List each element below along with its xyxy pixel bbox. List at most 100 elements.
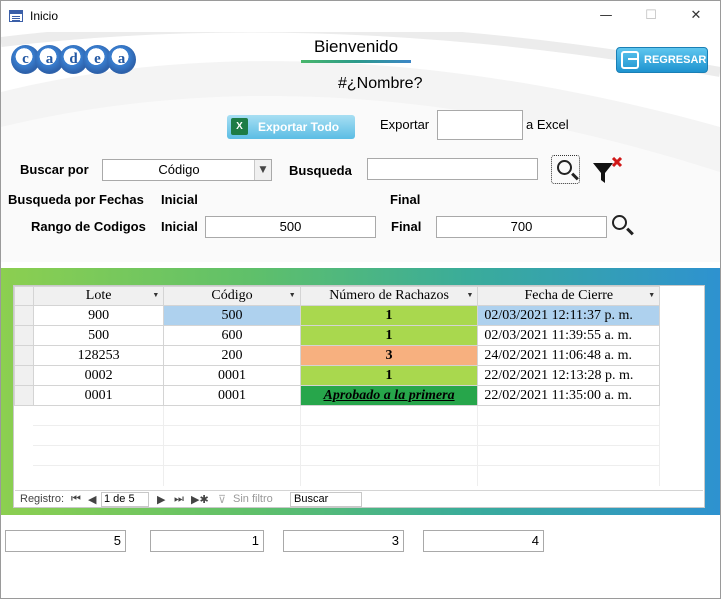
- cell-fecha[interactable]: 22/02/2021 12:13:28 p. m.: [477, 365, 661, 386]
- to-excel-label: a Excel: [526, 117, 569, 132]
- code-initial-label: Inicial: [161, 219, 198, 234]
- window-title: Inicio: [30, 9, 59, 23]
- back-button[interactable]: REGRESAR: [616, 47, 708, 73]
- cell-lote[interactable]: 0002: [32, 365, 165, 386]
- search-button[interactable]: [551, 155, 580, 184]
- row-filler: [660, 366, 704, 386]
- table-row[interactable]: 0001 0001 Aprobado a la primera 22/02/20…: [14, 385, 704, 406]
- column-header-label: Número de Rachazos: [329, 288, 449, 303]
- cell-lote[interactable]: 0001: [32, 385, 165, 406]
- next-record-button[interactable]: ▶: [157, 493, 165, 506]
- empty-row: [14, 445, 704, 466]
- previous-record-button[interactable]: ◀: [88, 493, 96, 506]
- export-all-button[interactable]: X Exportar Todo: [227, 115, 355, 139]
- chevron-down-icon[interactable]: ▼: [466, 291, 473, 299]
- table-row[interactable]: 500 600 1 02/03/2021 11:39:55 a. m.: [14, 325, 704, 346]
- search-icon: [557, 160, 572, 175]
- cell-lote[interactable]: 900: [32, 305, 165, 326]
- column-header-rechazos[interactable]: Número de Rachazos ▼: [299, 286, 479, 306]
- first-record-button[interactable]: ⏮: [71, 493, 81, 506]
- code-initial-input[interactable]: 500: [205, 216, 376, 238]
- row-filler: [660, 386, 704, 406]
- maximize-button[interactable]: ☐: [631, 3, 671, 29]
- back-button-label: REGRESAR: [644, 54, 707, 66]
- cell-codigo[interactable]: 200: [163, 345, 301, 366]
- row-selector[interactable]: [14, 325, 34, 346]
- row-selector[interactable]: [14, 365, 34, 386]
- search-label: Busqueda: [289, 163, 352, 178]
- cell-lote[interactable]: 500: [32, 325, 165, 346]
- cell-codigo[interactable]: 500: [163, 305, 301, 326]
- search-by-label: Buscar por: [20, 162, 89, 177]
- last-record-button[interactable]: ⏭: [174, 493, 184, 506]
- cell-fecha[interactable]: 02/03/2021 12:11:37 p. m.: [477, 305, 661, 326]
- row-selector[interactable]: [14, 345, 34, 366]
- export-count-field[interactable]: [437, 110, 523, 140]
- table-header-row: Lote ▼ Código ▼ Número de Rachazos ▼ Fecha …: [14, 286, 704, 306]
- welcome-underline: [301, 60, 411, 63]
- cell-lote[interactable]: 128253: [32, 345, 165, 366]
- search-icon: [612, 215, 627, 230]
- column-header-lote[interactable]: Lote ▼: [32, 286, 165, 306]
- clear-filter-icon[interactable]: [592, 157, 624, 185]
- total-field[interactable]: 1: [150, 530, 264, 552]
- row-filler: [660, 326, 704, 346]
- code-search-button[interactable]: [611, 214, 635, 238]
- table-row[interactable]: 0002 0001 1 22/02/2021 12:13:28 p. m.: [14, 365, 704, 386]
- search-input[interactable]: [367, 158, 538, 180]
- select-all-corner[interactable]: [14, 286, 34, 306]
- cell-codigo[interactable]: 0001: [163, 385, 301, 406]
- close-button[interactable]: ✕: [676, 3, 716, 29]
- exit-icon: [621, 51, 639, 69]
- form-icon: [9, 10, 23, 22]
- row-selector[interactable]: [14, 385, 34, 406]
- chevron-down-icon[interactable]: ▼: [289, 291, 296, 299]
- no-filter-button[interactable]: Sin filtro: [233, 493, 273, 505]
- chevron-down-icon[interactable]: ▼: [254, 160, 271, 180]
- record-label: Registro:: [20, 493, 65, 505]
- date-initial-label: Inicial: [161, 192, 198, 207]
- main-window: Inicio — ☐ ✕ c a d e a Bienvenido #¿Nomb…: [0, 0, 721, 599]
- new-record-button[interactable]: ▶✱: [191, 493, 209, 506]
- table-row[interactable]: 128253 200 3 24/02/2021 11:06:48 a. m.: [14, 345, 704, 366]
- cell-codigo[interactable]: 600: [163, 325, 301, 346]
- cell-fecha[interactable]: 22/02/2021 11:35:00 a. m.: [477, 385, 661, 406]
- chevron-down-icon[interactable]: ▼: [152, 291, 159, 299]
- table-row[interactable]: 900 500 1 02/03/2021 12:11:37 p. m.: [14, 305, 704, 326]
- cell-rechazos[interactable]: 1: [299, 305, 479, 326]
- minimize-button[interactable]: —: [586, 3, 626, 29]
- record-search-input[interactable]: Buscar: [290, 492, 362, 507]
- empty-row: [14, 425, 704, 446]
- code-final-label: Final: [391, 219, 422, 234]
- welcome-title: Bienvenido: [313, 37, 399, 56]
- cell-fecha[interactable]: 02/03/2021 11:39:55 a. m.: [477, 325, 661, 346]
- cell-fecha[interactable]: 24/02/2021 11:06:48 a. m.: [477, 345, 661, 366]
- cell-rechazos[interactable]: Aprobado a la primera: [299, 385, 479, 406]
- total-field[interactable]: 4: [423, 530, 544, 552]
- search-by-select[interactable]: Código ▼: [102, 159, 272, 181]
- column-header-codigo[interactable]: Código ▼: [163, 286, 301, 306]
- logo-letter: a: [107, 45, 136, 74]
- code-final-input[interactable]: 700: [436, 216, 607, 238]
- search-by-value: Código: [158, 162, 200, 177]
- cell-rechazos[interactable]: 3: [299, 345, 479, 366]
- header-filler: [659, 286, 704, 306]
- code-range-label: Rango de Codigos: [31, 219, 146, 234]
- row-filler: [660, 346, 704, 366]
- total-field[interactable]: 3: [283, 530, 404, 552]
- current-record-field[interactable]: 1 de 5: [101, 492, 149, 507]
- filter-icon: ⊽: [218, 494, 227, 506]
- row-selector[interactable]: [14, 305, 34, 326]
- cell-codigo[interactable]: 0001: [163, 365, 301, 386]
- export-label: Exportar: [380, 117, 430, 132]
- record-navigation-bar: Registro: ⏮ ◀ 1 de 5 ▶ ⏭ ▶✱ ⊽ Sin filtro…: [15, 490, 703, 507]
- sort-descending-icon[interactable]: ▼: [648, 291, 655, 299]
- empty-row: [14, 465, 704, 486]
- results-datasheet: Lote ▼ Código ▼ Número de Rachazos ▼ Fecha …: [13, 285, 705, 508]
- user-name-label: #¿Nombre?: [338, 75, 423, 92]
- column-header-fecha[interactable]: Fecha de Cierre ▼: [477, 286, 661, 306]
- cadea-logo: c a d e a: [11, 45, 136, 75]
- total-field[interactable]: 5: [5, 530, 126, 552]
- cell-rechazos[interactable]: 1: [299, 325, 479, 346]
- cell-rechazos[interactable]: 1: [299, 365, 479, 386]
